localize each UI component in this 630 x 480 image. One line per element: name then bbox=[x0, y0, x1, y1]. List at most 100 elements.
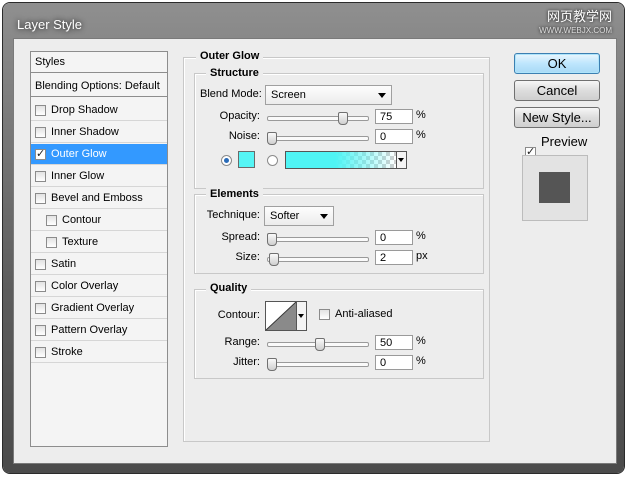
style-checkbox[interactable] bbox=[35, 346, 46, 358]
style-checkbox[interactable] bbox=[35, 258, 46, 270]
style-item-label: Texture bbox=[62, 236, 99, 248]
opacity-unit: % bbox=[416, 109, 426, 121]
watermark-text: 网页教学网 bbox=[546, 9, 612, 24]
blend-mode-label: Blend Mode: bbox=[200, 88, 262, 100]
range-label: Range: bbox=[224, 336, 260, 348]
anti-aliased-label: Anti-aliased bbox=[335, 308, 393, 320]
style-item-contour[interactable]: Contour bbox=[31, 210, 167, 231]
style-checkbox[interactable] bbox=[35, 302, 46, 314]
noise-input[interactable]: 0 bbox=[375, 129, 413, 144]
opacity-label: Opacity: bbox=[219, 110, 260, 122]
style-item-drop-shadow[interactable]: Drop Shadow bbox=[31, 100, 167, 121]
style-item-label: Gradient Overlay bbox=[51, 302, 135, 314]
glow-color-swatch[interactable] bbox=[238, 151, 255, 168]
style-item-label: Contour bbox=[62, 214, 102, 226]
style-item-label: Satin bbox=[51, 258, 77, 270]
window-title: Layer Style bbox=[17, 17, 83, 32]
technique-select[interactable]: Softer bbox=[264, 206, 334, 226]
style-item-inner-shadow[interactable]: Inner Shadow bbox=[31, 122, 167, 143]
jitter-input[interactable]: 0 bbox=[375, 355, 413, 370]
style-item-bevel-and-emboss[interactable]: Bevel and Emboss bbox=[31, 188, 167, 209]
size-slider-thumb[interactable] bbox=[269, 253, 279, 266]
blend-mode-select[interactable]: Screen bbox=[265, 85, 392, 105]
style-checkbox[interactable] bbox=[35, 147, 46, 160]
style-checkbox[interactable] bbox=[35, 126, 46, 138]
style-item-stroke[interactable]: Stroke bbox=[31, 342, 167, 363]
opacity-slider-thumb[interactable] bbox=[338, 112, 348, 125]
noise-slider-thumb[interactable] bbox=[267, 132, 277, 145]
range-slider[interactable] bbox=[267, 338, 369, 351]
style-checkbox[interactable] bbox=[46, 214, 57, 226]
preview-label: Preview bbox=[541, 134, 588, 149]
cancel-button[interactable]: Cancel bbox=[514, 80, 600, 101]
preview-swatch bbox=[539, 172, 570, 203]
anti-aliased-checkbox[interactable] bbox=[319, 309, 330, 320]
dialog-content: Styles Blending Options: Default Drop Sh… bbox=[13, 38, 617, 464]
blending-options-label: Blending Options: Default bbox=[35, 80, 160, 92]
size-unit: px bbox=[416, 250, 428, 262]
technique-label: Technique: bbox=[206, 209, 260, 221]
contour-curve-icon bbox=[265, 301, 297, 331]
contour-picker[interactable] bbox=[265, 301, 297, 331]
spread-unit: % bbox=[416, 230, 426, 242]
style-checkbox[interactable] bbox=[46, 236, 57, 248]
noise-label: Noise: bbox=[228, 130, 260, 142]
noise-slider[interactable] bbox=[267, 132, 369, 145]
jitter-label: Jitter: bbox=[233, 356, 260, 368]
style-item-label: Inner Glow bbox=[51, 170, 105, 182]
jitter-slider[interactable] bbox=[267, 358, 369, 371]
solid-color-radio[interactable] bbox=[221, 155, 232, 166]
gradient-radio[interactable] bbox=[267, 155, 278, 166]
spread-slider-thumb[interactable] bbox=[267, 233, 277, 246]
style-checkbox[interactable] bbox=[35, 170, 46, 182]
opacity-input[interactable]: 75 bbox=[375, 109, 413, 124]
technique-value: Softer bbox=[270, 210, 300, 222]
style-item-outer-glow[interactable]: Outer Glow bbox=[31, 144, 167, 165]
outer-glow-title: Outer Glow bbox=[196, 50, 264, 62]
watermark-url: WWW.WEBJX.COM bbox=[539, 26, 612, 35]
opacity-slider[interactable] bbox=[267, 112, 369, 125]
jitter-slider-thumb[interactable] bbox=[267, 358, 277, 371]
quality-title: Quality bbox=[206, 282, 252, 294]
spread-label: Spread: bbox=[221, 231, 260, 243]
style-item-texture[interactable]: Texture bbox=[31, 232, 167, 253]
style-checkbox[interactable] bbox=[35, 104, 46, 116]
style-checkbox[interactable] bbox=[35, 280, 46, 292]
range-input[interactable]: 50 bbox=[375, 335, 413, 350]
style-item-label: Bevel and Emboss bbox=[51, 192, 143, 204]
style-item-inner-glow[interactable]: Inner Glow bbox=[31, 166, 167, 187]
style-item-color-overlay[interactable]: Color Overlay bbox=[31, 276, 167, 297]
size-slider[interactable] bbox=[267, 253, 369, 266]
style-item-gradient-overlay[interactable]: Gradient Overlay bbox=[31, 298, 167, 319]
range-slider-thumb[interactable] bbox=[315, 338, 325, 351]
structure-title: Structure bbox=[206, 67, 263, 79]
styles-header[interactable]: Styles bbox=[31, 52, 167, 73]
chevron-down-icon bbox=[298, 314, 304, 318]
size-label: Size: bbox=[235, 251, 260, 263]
size-input[interactable]: 2 bbox=[375, 250, 413, 265]
contour-dropdown-button[interactable] bbox=[296, 301, 307, 331]
chevron-down-icon bbox=[398, 158, 404, 162]
style-item-satin[interactable]: Satin bbox=[31, 254, 167, 275]
style-checkbox[interactable] bbox=[35, 324, 46, 336]
new-style-button[interactable]: New Style... bbox=[514, 107, 600, 128]
blend-mode-value: Screen bbox=[271, 89, 306, 101]
jitter-unit: % bbox=[416, 355, 426, 367]
spread-input[interactable]: 0 bbox=[375, 230, 413, 245]
elements-title: Elements bbox=[206, 188, 263, 200]
style-item-label: Inner Shadow bbox=[51, 126, 119, 138]
spread-slider[interactable] bbox=[267, 233, 369, 246]
gradient-dropdown-button[interactable] bbox=[396, 151, 407, 169]
ok-button[interactable]: OK bbox=[514, 53, 600, 74]
watermark: 网页教学网 WWW.WEBJX.COM bbox=[539, 10, 612, 38]
chevron-down-icon bbox=[378, 93, 386, 98]
style-item-label: Pattern Overlay bbox=[51, 324, 128, 336]
glow-gradient-picker[interactable] bbox=[285, 151, 397, 169]
blending-options-item[interactable]: Blending Options: Default bbox=[31, 76, 167, 97]
noise-unit: % bbox=[416, 129, 426, 141]
styles-list: Styles Blending Options: Default Drop Sh… bbox=[30, 51, 168, 447]
style-item-pattern-overlay[interactable]: Pattern Overlay bbox=[31, 320, 167, 341]
style-item-label: Drop Shadow bbox=[51, 104, 118, 116]
style-checkbox[interactable] bbox=[35, 192, 46, 204]
style-item-label: Color Overlay bbox=[51, 280, 119, 292]
